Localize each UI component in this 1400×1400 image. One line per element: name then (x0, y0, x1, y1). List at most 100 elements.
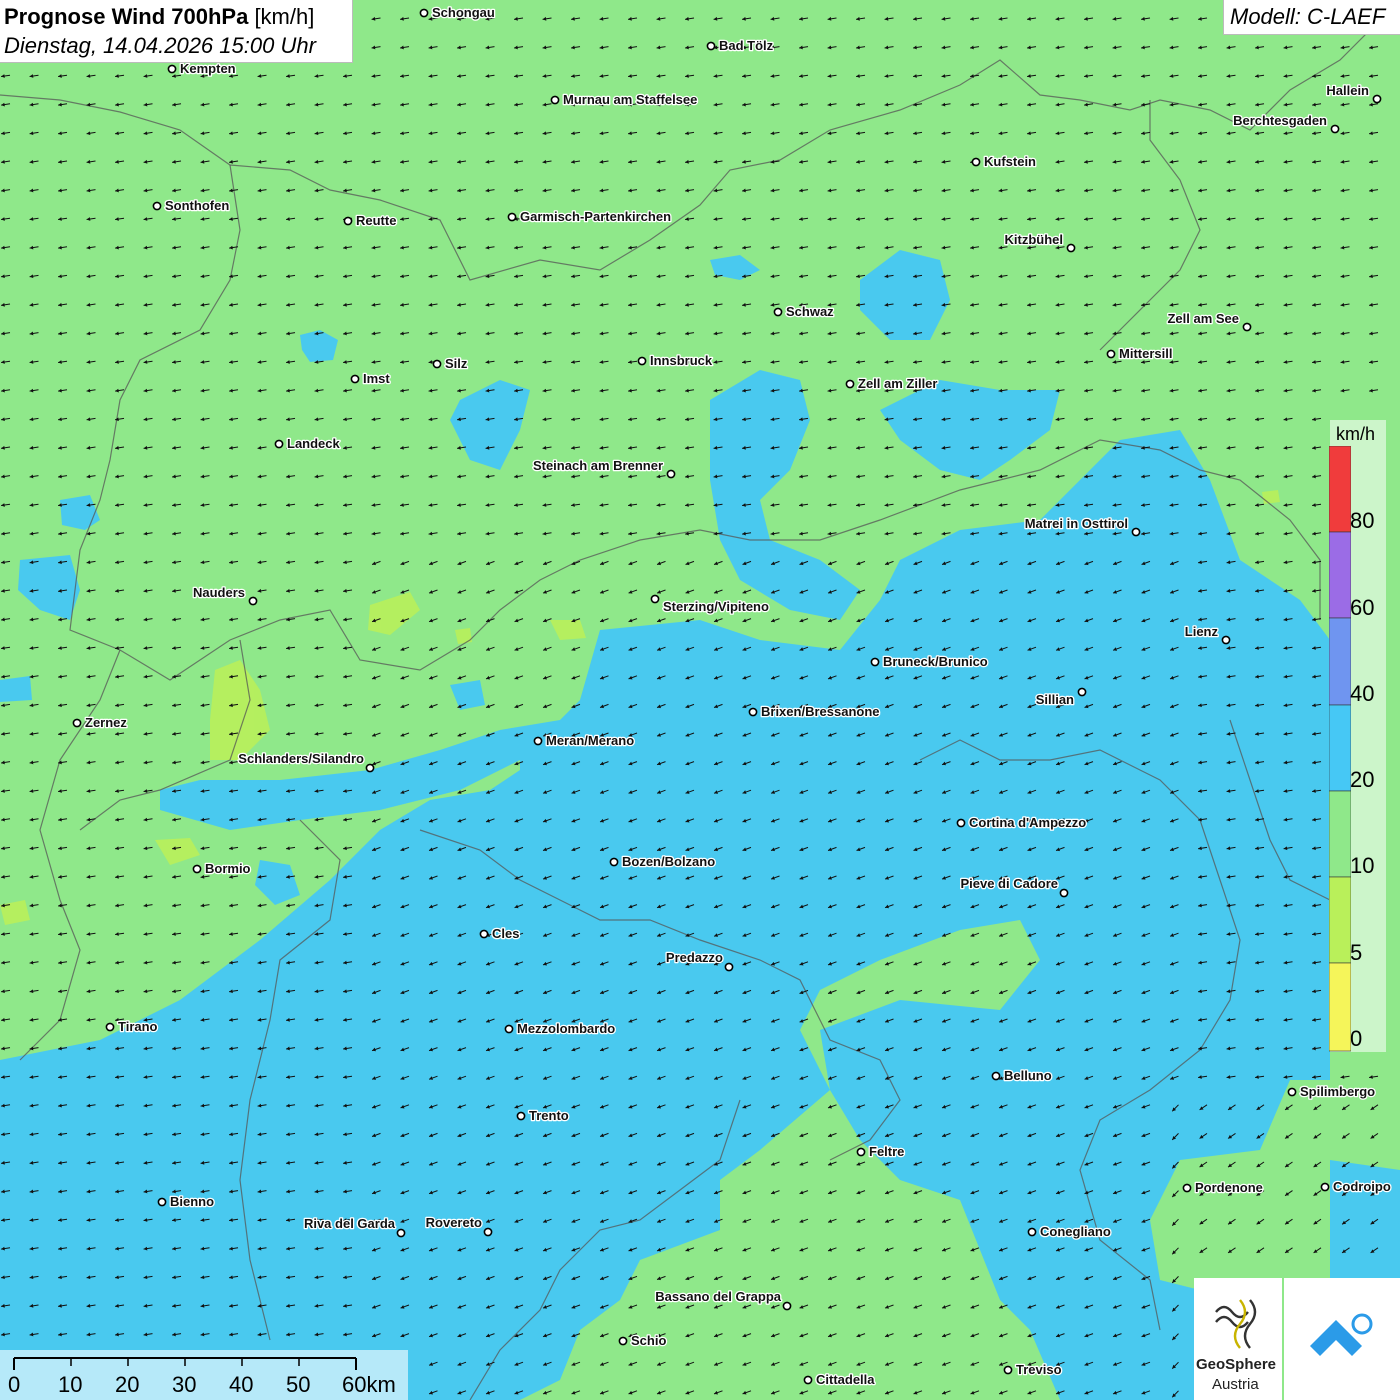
title-main: Prognose Wind 700hPa (4, 4, 249, 29)
city-marker (167, 64, 177, 74)
city-marker (1027, 1227, 1037, 1237)
legend-swatch-80-plus (1329, 446, 1351, 533)
city-marker (483, 1227, 493, 1237)
city-label: Codroipo (1333, 1179, 1391, 1194)
city-marker (803, 1375, 813, 1385)
city-marker (350, 374, 360, 384)
city-label: Spilimbergo (1300, 1084, 1375, 1099)
scale-label-10: 10 (58, 1372, 83, 1397)
city-marker (1320, 1182, 1330, 1192)
scale-label-50: 50 (286, 1372, 311, 1397)
city-label: Zell am Ziller (858, 376, 937, 391)
city-label: Reutte (356, 213, 396, 228)
city-marker (724, 962, 734, 972)
city-marker (396, 1228, 406, 1238)
city-label: Berchtesgaden (1233, 113, 1327, 128)
city-label: Pieve di Cadore (960, 876, 1058, 891)
legend-swatch-10-20 (1329, 790, 1351, 878)
legend-label-80: 80 (1350, 508, 1375, 533)
scale-label-30: 30 (172, 1372, 197, 1397)
legend-swatch-60-80 (1329, 531, 1351, 619)
city-marker (419, 8, 429, 18)
legend-colorbar (1329, 446, 1351, 1052)
city-label: Lienz (1185, 624, 1219, 639)
scale-label-40: 40 (229, 1372, 254, 1397)
city-marker (479, 929, 489, 939)
scale-bar (13, 1357, 357, 1370)
city-label: Meran/Merano (546, 733, 634, 748)
city-marker (650, 594, 660, 604)
city-label: Cortina d'Ampezzo (969, 815, 1086, 830)
city-marker (1003, 1365, 1013, 1375)
city-marker (1182, 1183, 1192, 1193)
legend-swatch-40-60 (1329, 617, 1351, 706)
city-marker (248, 596, 258, 606)
city-marker (956, 818, 966, 828)
city-label: Zell am See (1167, 311, 1239, 326)
city-label: Murnau am Staffelsee (563, 92, 697, 107)
city-label: Feltre (869, 1144, 904, 1159)
city-label: Schwaz (786, 304, 834, 319)
city-marker (782, 1301, 792, 1311)
legend-swatch-0-5 (1329, 962, 1351, 1052)
city-marker (1077, 687, 1087, 697)
legend-label-20: 20 (1350, 767, 1375, 792)
city-marker (706, 41, 716, 51)
city-label: Mezzolombardo (517, 1021, 615, 1036)
city-marker (507, 212, 517, 222)
model-box: Modell: C-LAEF (1223, 0, 1400, 35)
city-marker (637, 356, 647, 366)
geosphere-logo-icon (1215, 1299, 1257, 1349)
city-label: Innsbruck (650, 353, 713, 368)
city-label: Garmisch-Partenkirchen (520, 209, 671, 224)
city-marker (157, 1197, 167, 1207)
city-label: Schio (631, 1333, 666, 1348)
title-unit: [km/h] (254, 4, 315, 29)
legend-label-40: 40 (1350, 681, 1375, 706)
legend-label-0: 0 (1350, 1026, 1363, 1051)
city-label: Treviso (1016, 1362, 1062, 1377)
map-title: Prognose Wind 700hPa [km/h] (4, 4, 314, 30)
city-marker (1066, 243, 1076, 253)
city-marker (504, 1024, 514, 1034)
city-marker (1242, 322, 1252, 332)
city-label: Pordenone (1195, 1180, 1263, 1195)
legend-label-5: 5 (1350, 940, 1363, 965)
city-label: Kempten (180, 61, 236, 76)
city-label: Hallein (1326, 83, 1369, 98)
city-marker (609, 857, 619, 867)
city-label: Mittersill (1119, 346, 1172, 361)
city-label: Trento (529, 1108, 569, 1123)
city-label: Cles (492, 926, 519, 941)
city-marker (666, 469, 676, 479)
city-label: Bormio (205, 861, 251, 876)
city-marker (105, 1022, 115, 1032)
city-marker (72, 718, 82, 728)
scale-label-60km: 60km (342, 1372, 396, 1397)
city-label: Sterzing/Vipiteno (663, 599, 769, 614)
city-label: Sillian (1036, 692, 1074, 707)
city-label: Silz (445, 356, 468, 371)
city-marker (773, 307, 783, 317)
city-label: Tirano (118, 1019, 158, 1034)
city-marker (845, 379, 855, 389)
city-marker (1372, 94, 1382, 104)
city-label: Schlanders/Silandro (238, 751, 364, 766)
city-marker (533, 736, 543, 746)
model-label: Modell: C-LAEF (1230, 4, 1386, 29)
city-marker (618, 1336, 628, 1346)
city-label: Bruneck/Brunico (883, 654, 988, 669)
city-marker (1106, 349, 1116, 359)
scale-label-20: 20 (115, 1372, 140, 1397)
city-marker (856, 1147, 866, 1157)
city-label: Predazzo (666, 950, 723, 965)
city-label: Imst (363, 371, 390, 386)
logo-text-austria: Austria (1212, 1376, 1259, 1393)
city-marker (1131, 527, 1141, 537)
legend-unit: km/h (1336, 424, 1376, 444)
city-marker (1287, 1087, 1297, 1097)
city-marker (192, 864, 202, 874)
city-label: Nauders (193, 585, 245, 600)
legend-label-60: 60 (1350, 595, 1375, 620)
city-marker (365, 763, 375, 773)
